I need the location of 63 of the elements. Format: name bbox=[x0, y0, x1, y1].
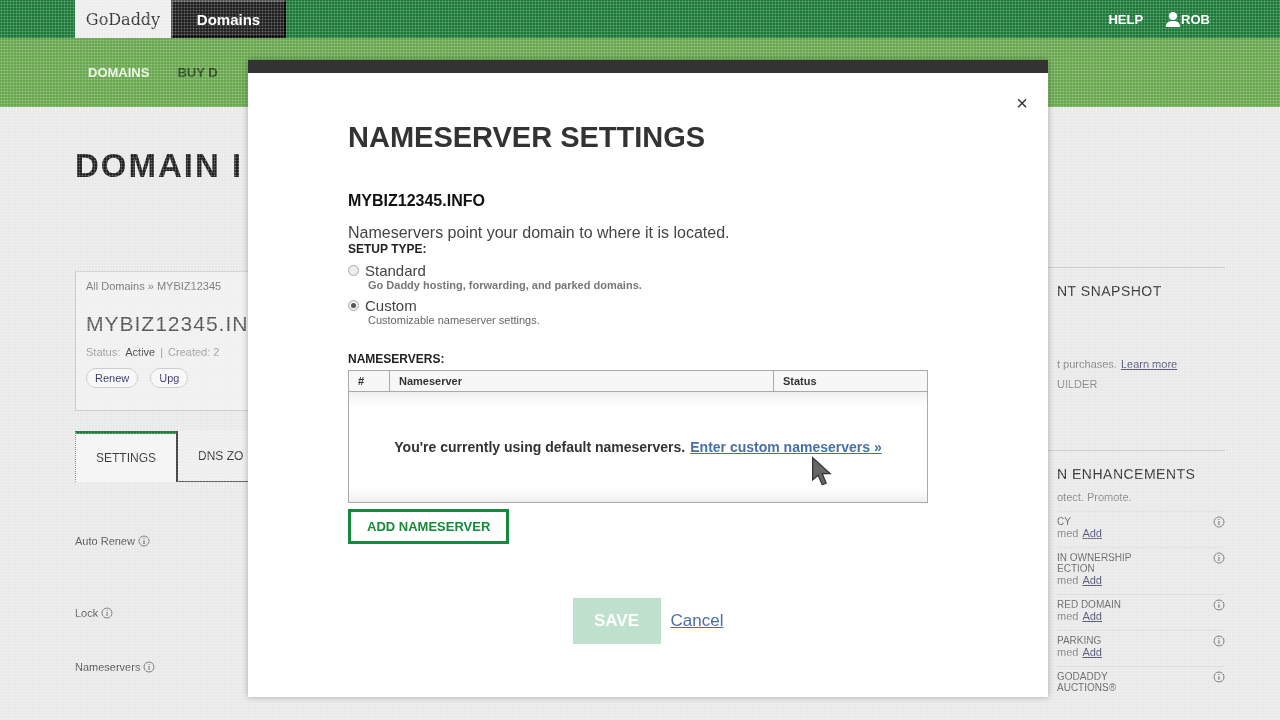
info-icon[interactable] bbox=[143, 661, 156, 673]
product-menu[interactable]: Domains bbox=[171, 0, 286, 38]
setup-type-label: SETUP TYPE: bbox=[348, 242, 428, 256]
domain-name: MYBIZ12345.INFO bbox=[348, 192, 486, 210]
info-icon[interactable] bbox=[137, 535, 150, 547]
add-link[interactable]: Add bbox=[1082, 574, 1102, 586]
nameservers-label: NAMESERVERS: bbox=[348, 352, 446, 366]
description-text: Nameservers point your domain to where it is located. bbox=[348, 224, 731, 242]
add-nameserver-button[interactable]: ADD NAMESERVER bbox=[348, 509, 510, 544]
user-menu[interactable]: ROB bbox=[1181, 11, 1210, 27]
help-link[interactable]: HELP bbox=[1108, 11, 1144, 27]
add-link[interactable]: Add bbox=[1082, 527, 1102, 539]
info-icon[interactable] bbox=[1213, 671, 1225, 683]
enhancement-name: CY bbox=[1057, 516, 1072, 527]
snapshot-text: t purchases. bbox=[1057, 358, 1117, 370]
page-title: DOMAIN I bbox=[75, 147, 245, 185]
setting-label: Lock bbox=[75, 607, 99, 619]
breadcrumb[interactable]: All Domains » MYBIZ12345 bbox=[86, 280, 248, 292]
builder-label: UILDER bbox=[1057, 378, 1099, 390]
tab[interactable]: SETTINGS bbox=[75, 431, 177, 482]
setting-label: Nameservers bbox=[75, 661, 141, 673]
section-title: NT SNAPSHOT bbox=[1057, 282, 1163, 300]
option-description: Go Daddy hosting, forwarding, and parked domains. bbox=[368, 279, 643, 291]
user-icon bbox=[1165, 11, 1182, 27]
modal-title: NAMESERVER SETTINGS bbox=[348, 121, 707, 154]
column-header: Status bbox=[773, 371, 927, 391]
enhancement-name: RED DOMAIN bbox=[1057, 599, 1122, 610]
column-header: # bbox=[357, 374, 366, 389]
action-button[interactable]: Renew bbox=[86, 368, 139, 388]
add-link[interactable]: Add bbox=[1082, 610, 1102, 622]
learn-more-link[interactable]: Learn more bbox=[1120, 358, 1178, 370]
radio-option[interactable]: Custom bbox=[348, 297, 948, 314]
info-icon[interactable] bbox=[1213, 599, 1225, 611]
enhancement-name: GODADDY AUCTIONS® bbox=[1057, 671, 1118, 693]
cancel-link[interactable]: Cancel bbox=[670, 611, 724, 631]
separator: | bbox=[160, 346, 164, 358]
created-date: Created: 2 bbox=[168, 346, 220, 358]
section-title: N ENHANCEMENTS bbox=[1057, 465, 1197, 483]
section-subtitle: otect. Promote. bbox=[1057, 491, 1133, 503]
enhancement-name: IN OWNERSHIP ECTION bbox=[1057, 552, 1133, 574]
enhancement-status: med bbox=[1057, 610, 1079, 622]
info-icon[interactable] bbox=[1213, 552, 1225, 564]
option-description: Customizable nameserver settings. bbox=[368, 314, 541, 326]
status-label: Status: bbox=[86, 346, 121, 358]
enhancement-name: PARKING bbox=[1057, 635, 1103, 646]
nav-item[interactable]: BUY D bbox=[177, 65, 218, 80]
column-header: Nameserver bbox=[389, 371, 773, 391]
enhancement-status: med bbox=[1057, 527, 1079, 539]
enhancement-status: med bbox=[1057, 574, 1079, 586]
radio-option[interactable]: Standard bbox=[348, 262, 948, 279]
add-link[interactable]: Add bbox=[1082, 646, 1102, 658]
logo[interactable]: GoDaddy bbox=[75, 0, 171, 38]
custom-nameservers-link[interactable]: Enter custom nameservers » bbox=[690, 439, 882, 455]
empty-message: You're currently using default nameservers. bbox=[394, 439, 686, 455]
close-button[interactable]: × bbox=[1016, 93, 1028, 113]
action-button[interactable]: Upg bbox=[150, 368, 189, 388]
info-icon[interactable] bbox=[1213, 635, 1225, 647]
enhancement-status: med bbox=[1057, 646, 1079, 658]
info-icon[interactable] bbox=[101, 607, 114, 619]
setting-label: Auto Renew bbox=[75, 535, 135, 547]
info-icon[interactable] bbox=[1213, 516, 1225, 528]
status-value: Active bbox=[125, 346, 156, 358]
domain-name: MYBIZ12345.IN bbox=[86, 312, 248, 336]
